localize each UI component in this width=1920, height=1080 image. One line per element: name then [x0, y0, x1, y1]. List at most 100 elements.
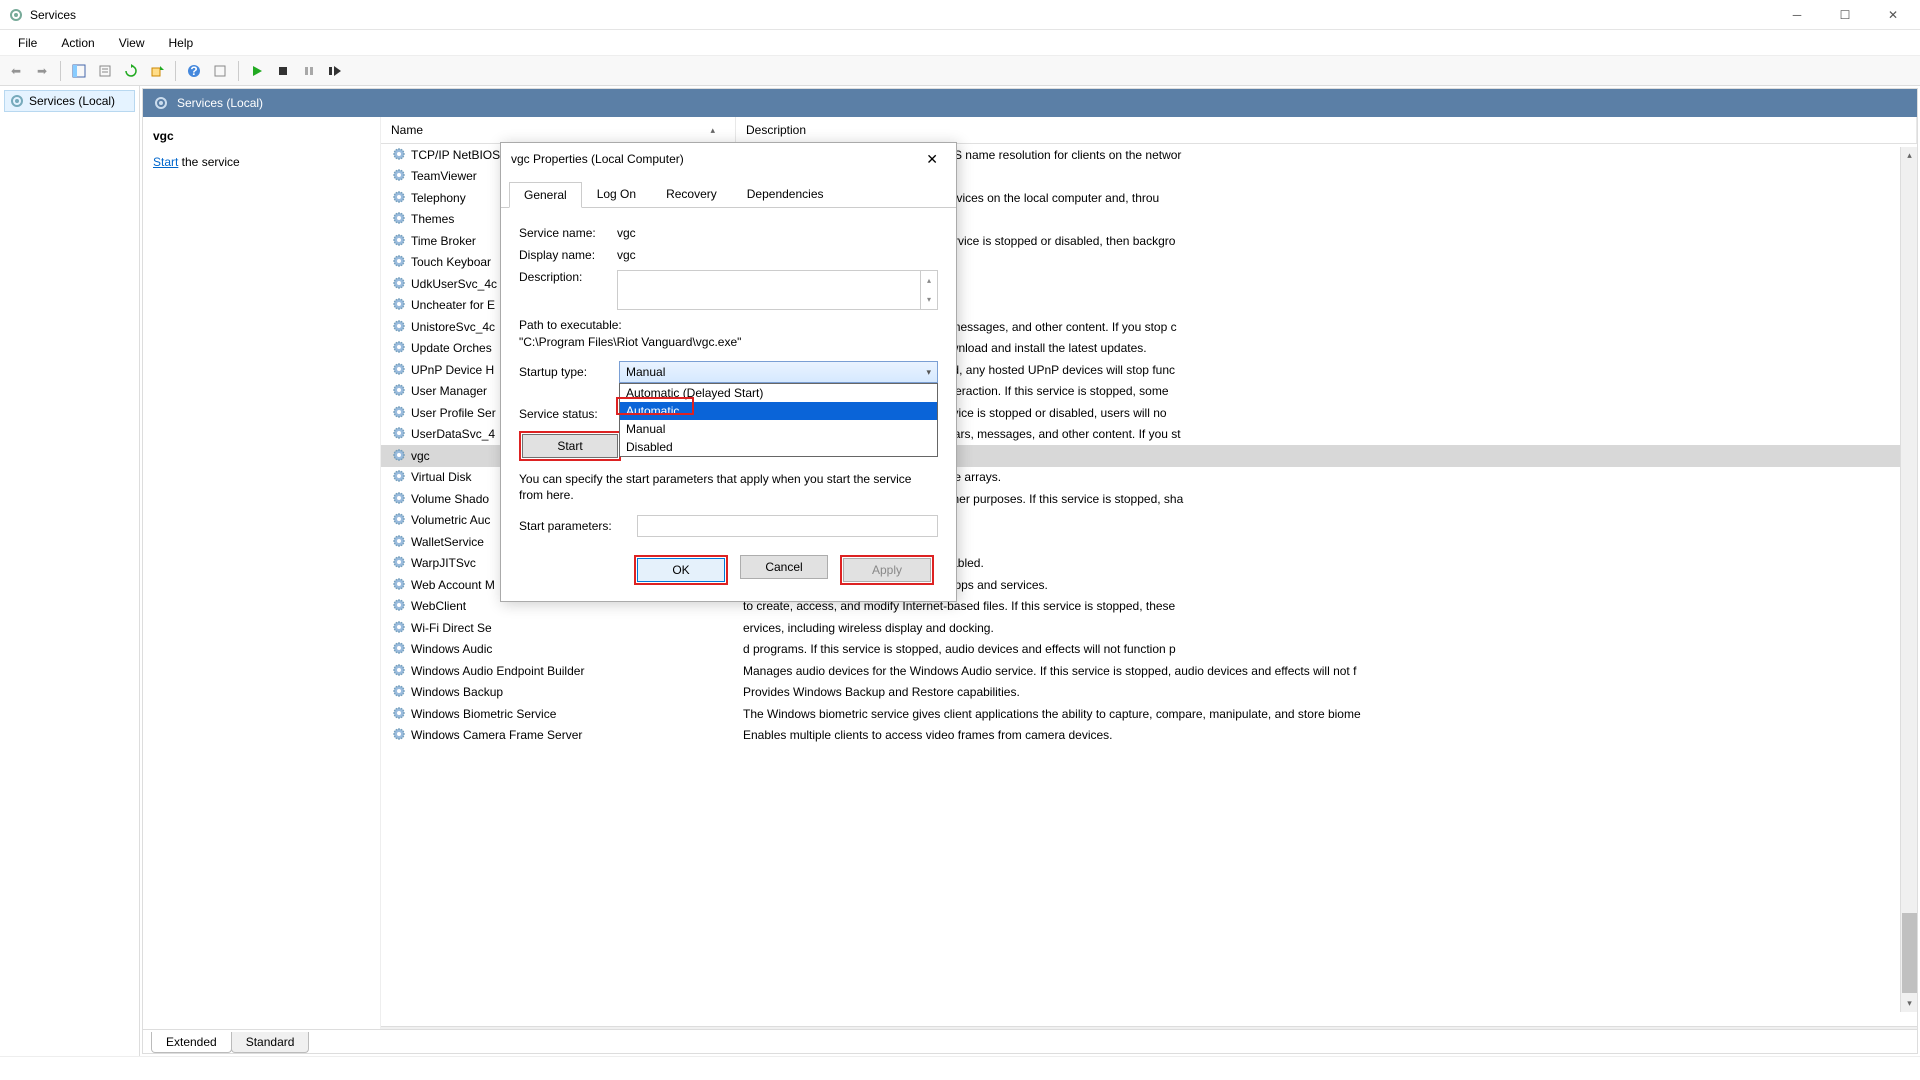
tab-standard[interactable]: Standard — [231, 1032, 310, 1053]
toolbar-separator — [60, 61, 61, 81]
panel-header-label: Services (Local) — [177, 96, 263, 110]
panel-header: Services (Local) — [143, 89, 1917, 117]
spin-down-icon[interactable]: ▾ — [921, 290, 937, 309]
service-row[interactable]: Windows Audicd programs. If this service… — [381, 639, 1917, 661]
service-row[interactable]: Wi-Fi Direct Seervices, including wirele… — [381, 617, 1917, 639]
scroll-down-icon[interactable]: ▾ — [1901, 995, 1917, 1012]
service-row[interactable]: Windows Biometric ServiceThe Windows bio… — [381, 703, 1917, 725]
service-description: Manages audio devices for the Windows Au… — [731, 664, 1917, 678]
column-header-description[interactable]: Description — [736, 117, 1917, 143]
service-name: Wi-Fi Direct Se — [411, 621, 731, 635]
gear-icon — [391, 491, 407, 507]
service-row[interactable]: Windows BackupProvides Windows Backup an… — [381, 682, 1917, 704]
pause-service-button[interactable] — [297, 59, 321, 83]
scroll-up-icon[interactable]: ▴ — [1901, 147, 1917, 164]
startup-type-combobox[interactable]: Manual ▾ — [619, 361, 938, 383]
horizontal-scrollbar[interactable]: ◂ ▸ — [381, 1026, 1917, 1029]
gear-icon — [391, 577, 407, 593]
label-display-name: Display name: — [519, 248, 617, 262]
option-manual[interactable]: Manual — [620, 420, 937, 438]
spin-up-icon[interactable]: ▴ — [921, 271, 937, 290]
gear-icon — [391, 727, 407, 743]
cancel-button[interactable]: Cancel — [740, 555, 828, 579]
dialog-close-button[interactable]: ✕ — [918, 149, 946, 170]
tree-root-label: Services (Local) — [29, 94, 115, 108]
gear-icon — [391, 190, 407, 206]
start-service-button[interactable] — [245, 59, 269, 83]
gear-icon — [391, 147, 407, 163]
menu-view[interactable]: View — [107, 32, 157, 54]
column-header-name[interactable]: Name▴ — [381, 117, 736, 143]
scroll-left-icon[interactable]: ◂ — [381, 1027, 398, 1030]
gear-icon — [391, 555, 407, 571]
start-button[interactable]: Start — [522, 434, 618, 458]
status-bar — [0, 1056, 1920, 1080]
maximize-button[interactable]: ☐ — [1830, 5, 1860, 25]
forward-button[interactable]: ➡ — [30, 59, 54, 83]
refresh-button[interactable] — [119, 59, 143, 83]
show-hide-tree-button[interactable] — [67, 59, 91, 83]
restart-service-button[interactable] — [323, 59, 347, 83]
gear-icon — [391, 426, 407, 442]
tree-root-services-local[interactable]: Services (Local) — [4, 90, 135, 112]
service-row[interactable]: Windows Camera Frame ServerEnables multi… — [381, 725, 1917, 747]
value-display-name: vgc — [617, 248, 636, 262]
gear-icon — [391, 598, 407, 614]
gear-icon — [391, 340, 407, 356]
tab-extended[interactable]: Extended — [151, 1032, 232, 1053]
view-tabs: Extended Standard — [143, 1029, 1917, 1053]
annotation-highlight: OK — [634, 555, 728, 585]
gear-icon — [391, 405, 407, 421]
gear-icon — [391, 276, 407, 292]
help-button[interactable]: ? — [182, 59, 206, 83]
label-startup-type: Startup type: — [519, 365, 619, 379]
option-automatic-delayed[interactable]: Automatic (Delayed Start) — [620, 384, 937, 402]
gear-icon — [391, 641, 407, 657]
startup-selected-value: Manual — [626, 365, 665, 379]
option-disabled[interactable]: Disabled — [620, 438, 937, 456]
label-service-name: Service name: — [519, 226, 617, 240]
tab-dependencies[interactable]: Dependencies — [732, 181, 839, 207]
service-name: Windows Biometric Service — [411, 707, 731, 721]
description-textbox[interactable]: ▴▾ — [617, 270, 938, 310]
start-parameters-input[interactable] — [637, 515, 938, 537]
dialog-titlebar[interactable]: vgc Properties (Local Computer) ✕ — [501, 143, 956, 175]
menu-file[interactable]: File — [6, 32, 49, 54]
service-row[interactable]: Windows Audio Endpoint BuilderManages au… — [381, 660, 1917, 682]
stop-service-button[interactable] — [271, 59, 295, 83]
window-titlebar: Services ─ ☐ ✕ — [0, 0, 1920, 30]
start-service-link[interactable]: Start — [153, 155, 178, 169]
option-automatic[interactable]: Automatic — [620, 402, 937, 420]
scroll-right-icon[interactable]: ▸ — [1900, 1027, 1917, 1030]
service-description: ervices, including wireless display and … — [731, 621, 1917, 635]
menu-action[interactable]: Action — [49, 32, 106, 54]
dialog-title-text: vgc Properties (Local Computer) — [511, 152, 684, 166]
vertical-scrollbar[interactable]: ▴ ▾ — [1900, 147, 1917, 1012]
service-name: Windows Audic — [411, 642, 731, 656]
gear-icon — [9, 93, 25, 109]
scrollbar-thumb[interactable] — [1902, 913, 1917, 993]
list-button[interactable] — [208, 59, 232, 83]
dialog-tabs: General Log On Recovery Dependencies — [501, 179, 956, 208]
service-name: Windows Audio Endpoint Builder — [411, 664, 731, 678]
service-name: Windows Backup — [411, 685, 731, 699]
tab-recovery[interactable]: Recovery — [651, 181, 732, 207]
ok-button[interactable]: OK — [637, 558, 725, 582]
gear-icon — [391, 534, 407, 550]
properties-button[interactable] — [93, 59, 117, 83]
minimize-button[interactable]: ─ — [1782, 5, 1812, 25]
service-description: Enables multiple clients to access video… — [731, 728, 1917, 742]
gear-icon — [391, 319, 407, 335]
label-description: Description: — [519, 270, 617, 284]
value-path: "C:\Program Files\Riot Vanguard\vgc.exe" — [519, 335, 938, 349]
annotation-highlight: Start — [519, 431, 621, 461]
menu-help[interactable]: Help — [157, 32, 206, 54]
gear-icon — [391, 211, 407, 227]
chevron-down-icon: ▾ — [926, 367, 931, 378]
export-button[interactable] — [145, 59, 169, 83]
back-button[interactable]: ⬅ — [4, 59, 28, 83]
tab-log-on[interactable]: Log On — [582, 181, 651, 207]
close-button[interactable]: ✕ — [1878, 5, 1908, 25]
services-app-icon — [8, 7, 24, 23]
tab-general[interactable]: General — [509, 182, 582, 208]
